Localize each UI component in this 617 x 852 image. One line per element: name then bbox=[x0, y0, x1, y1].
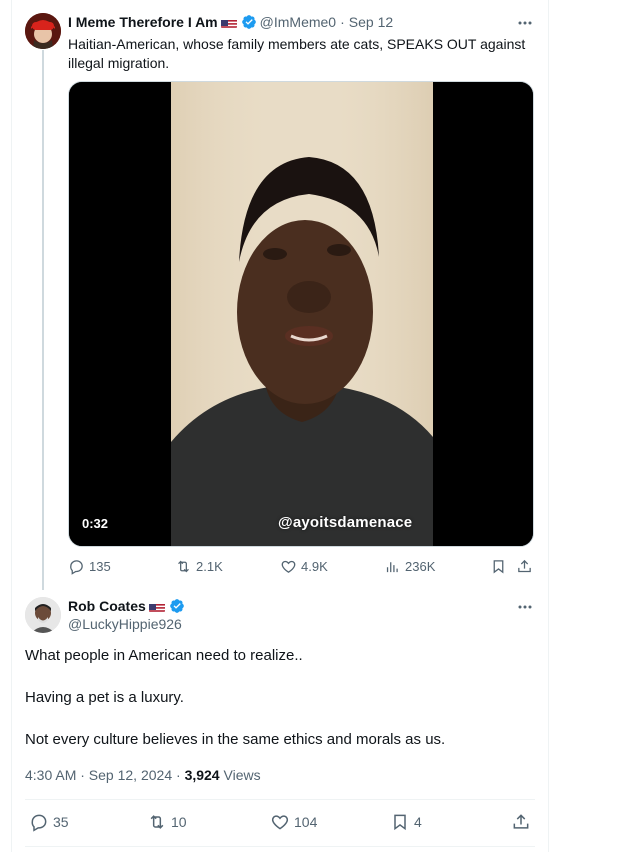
tweet-text: What people in American need to realize.… bbox=[25, 646, 535, 772]
like-count: 104 bbox=[294, 814, 318, 830]
avatar[interactable] bbox=[25, 13, 61, 49]
separator: · bbox=[176, 767, 181, 783]
bookmark-count: 4 bbox=[414, 814, 422, 830]
heart-icon bbox=[271, 815, 289, 830]
share-icon bbox=[518, 559, 531, 573]
reply-button[interactable]: 135 bbox=[68, 558, 111, 575]
divider bbox=[25, 846, 535, 847]
repost-icon bbox=[150, 815, 164, 829]
reply-icon bbox=[70, 560, 83, 575]
bookmark-icon bbox=[493, 560, 504, 574]
share-icon bbox=[513, 814, 529, 829]
tweet-timestamp[interactable]: 4:30 AM · Sep 12, 2024 bbox=[25, 767, 172, 783]
heart-icon bbox=[281, 560, 296, 573]
bookmark-button[interactable] bbox=[490, 558, 507, 575]
more-options-icon[interactable] bbox=[515, 13, 535, 33]
avatar[interactable] bbox=[25, 597, 61, 633]
display-name[interactable]: I Meme Therefore I Am bbox=[68, 13, 218, 31]
thread-connector-line bbox=[42, 50, 44, 590]
handle[interactable]: @LuckyHippie926 bbox=[68, 615, 182, 633]
tweet-header: I Meme Therefore I Am @ImMeme0 · Sep 12 bbox=[68, 13, 393, 31]
view-count: 236K bbox=[405, 559, 436, 574]
tweet-header: Rob Coates bbox=[68, 597, 188, 615]
reply-count: 135 bbox=[89, 559, 111, 574]
bookmark-button[interactable]: 4 bbox=[390, 812, 422, 832]
reply-icon bbox=[31, 814, 47, 832]
tweet-text: Haitian-American, whose family members a… bbox=[68, 36, 526, 71]
views-label: Views bbox=[223, 767, 261, 783]
like-button[interactable]: 4.9K bbox=[280, 558, 328, 575]
us-flag-icon bbox=[220, 17, 237, 28]
display-name[interactable]: Rob Coates bbox=[68, 597, 146, 615]
tweet-metadata: 4:30 AM · Sep 12, 2024 · 3,924 Views bbox=[25, 767, 261, 783]
repost-icon bbox=[178, 560, 189, 573]
video-watermark: @ayoitsdamenace bbox=[278, 514, 413, 531]
video-frame bbox=[69, 82, 533, 546]
tweet-paragraph: What people in American need to realize.… bbox=[25, 647, 303, 664]
repost-button[interactable]: 10 bbox=[147, 812, 187, 832]
repost-count: 10 bbox=[171, 814, 187, 830]
repost-button[interactable]: 2.1K bbox=[175, 558, 223, 575]
video-duration: 0:32 bbox=[82, 516, 109, 531]
share-button[interactable] bbox=[511, 812, 531, 832]
tweet-date[interactable]: Sep 12 bbox=[349, 13, 393, 31]
repost-count: 2.1K bbox=[196, 559, 223, 574]
reply-count: 35 bbox=[53, 814, 69, 830]
more-options-icon[interactable] bbox=[515, 597, 535, 617]
us-flag-icon bbox=[148, 601, 165, 612]
divider bbox=[25, 799, 535, 800]
verified-badge-icon bbox=[241, 14, 257, 30]
reply-button[interactable]: 35 bbox=[29, 812, 69, 832]
like-count: 4.9K bbox=[301, 559, 328, 574]
video-player[interactable]: 0:32 @ayoitsdamenace bbox=[68, 81, 534, 547]
bookmark-icon bbox=[394, 814, 406, 831]
share-button[interactable] bbox=[516, 558, 533, 575]
views-button[interactable]: 236K bbox=[384, 558, 435, 575]
like-button[interactable]: 104 bbox=[270, 812, 317, 832]
analytics-icon bbox=[386, 562, 398, 573]
verified-badge-icon bbox=[169, 598, 185, 614]
tweet-paragraph: Having a pet is a luxury. bbox=[25, 689, 184, 706]
handle[interactable]: @ImMeme0 bbox=[260, 13, 336, 31]
views-count: 3,924 bbox=[184, 767, 220, 783]
separator: · bbox=[340, 14, 345, 30]
tweet-paragraph: Not every culture believes in the same e… bbox=[25, 731, 446, 748]
